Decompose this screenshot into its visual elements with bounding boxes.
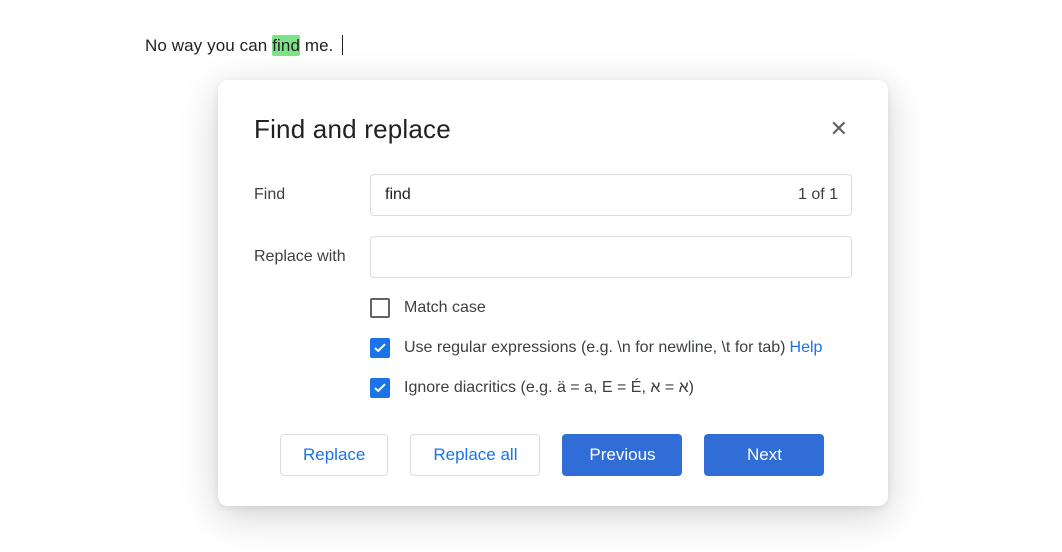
match-counter: 1 of 1 xyxy=(798,186,838,204)
find-row: Find 1 of 1 xyxy=(254,174,852,216)
dialog-header: Find and replace ✕ xyxy=(254,112,852,146)
regex-checkbox[interactable] xyxy=(370,338,390,358)
match-case-option: Match case xyxy=(370,298,852,318)
dialog-buttons: Replace Replace all Previous Next xyxy=(254,434,852,476)
replace-row: Replace with xyxy=(254,236,852,278)
dialog-title: Find and replace xyxy=(254,114,451,145)
previous-button[interactable]: Previous xyxy=(562,434,682,476)
options-group: Match case Use regular expressions (e.g.… xyxy=(370,298,852,398)
regex-help-link[interactable]: Help xyxy=(790,339,823,357)
find-input-wrap: 1 of 1 xyxy=(370,174,852,216)
diacritics-option: Ignore diacritics (e.g. ä = a, E = É, א … xyxy=(370,378,852,398)
document-text: me. xyxy=(300,36,338,55)
find-label: Find xyxy=(254,186,370,204)
match-case-label: Match case xyxy=(404,299,486,317)
search-highlight: find xyxy=(272,35,300,56)
replace-label: Replace with xyxy=(254,248,370,266)
document-content[interactable]: No way you can find me. xyxy=(0,0,1062,91)
find-input[interactable] xyxy=(370,174,852,216)
next-button[interactable]: Next xyxy=(704,434,824,476)
check-icon xyxy=(374,343,386,353)
text-cursor xyxy=(342,35,343,55)
replace-all-button[interactable]: Replace all xyxy=(410,434,540,476)
replace-input-wrap xyxy=(370,236,852,278)
match-case-checkbox[interactable] xyxy=(370,298,390,318)
diacritics-label: Ignore diacritics (e.g. ä = a, E = É, א … xyxy=(404,379,694,397)
replace-input[interactable] xyxy=(370,236,852,278)
replace-button[interactable]: Replace xyxy=(280,434,388,476)
close-icon[interactable]: ✕ xyxy=(826,112,852,146)
document-text: No way you can xyxy=(145,36,272,55)
regex-option: Use regular expressions (e.g. \n for new… xyxy=(370,338,852,358)
regex-label: Use regular expressions (e.g. \n for new… xyxy=(404,339,786,357)
check-icon xyxy=(374,383,386,393)
find-replace-dialog: Find and replace ✕ Find 1 of 1 Replace w… xyxy=(218,80,888,506)
diacritics-checkbox[interactable] xyxy=(370,378,390,398)
